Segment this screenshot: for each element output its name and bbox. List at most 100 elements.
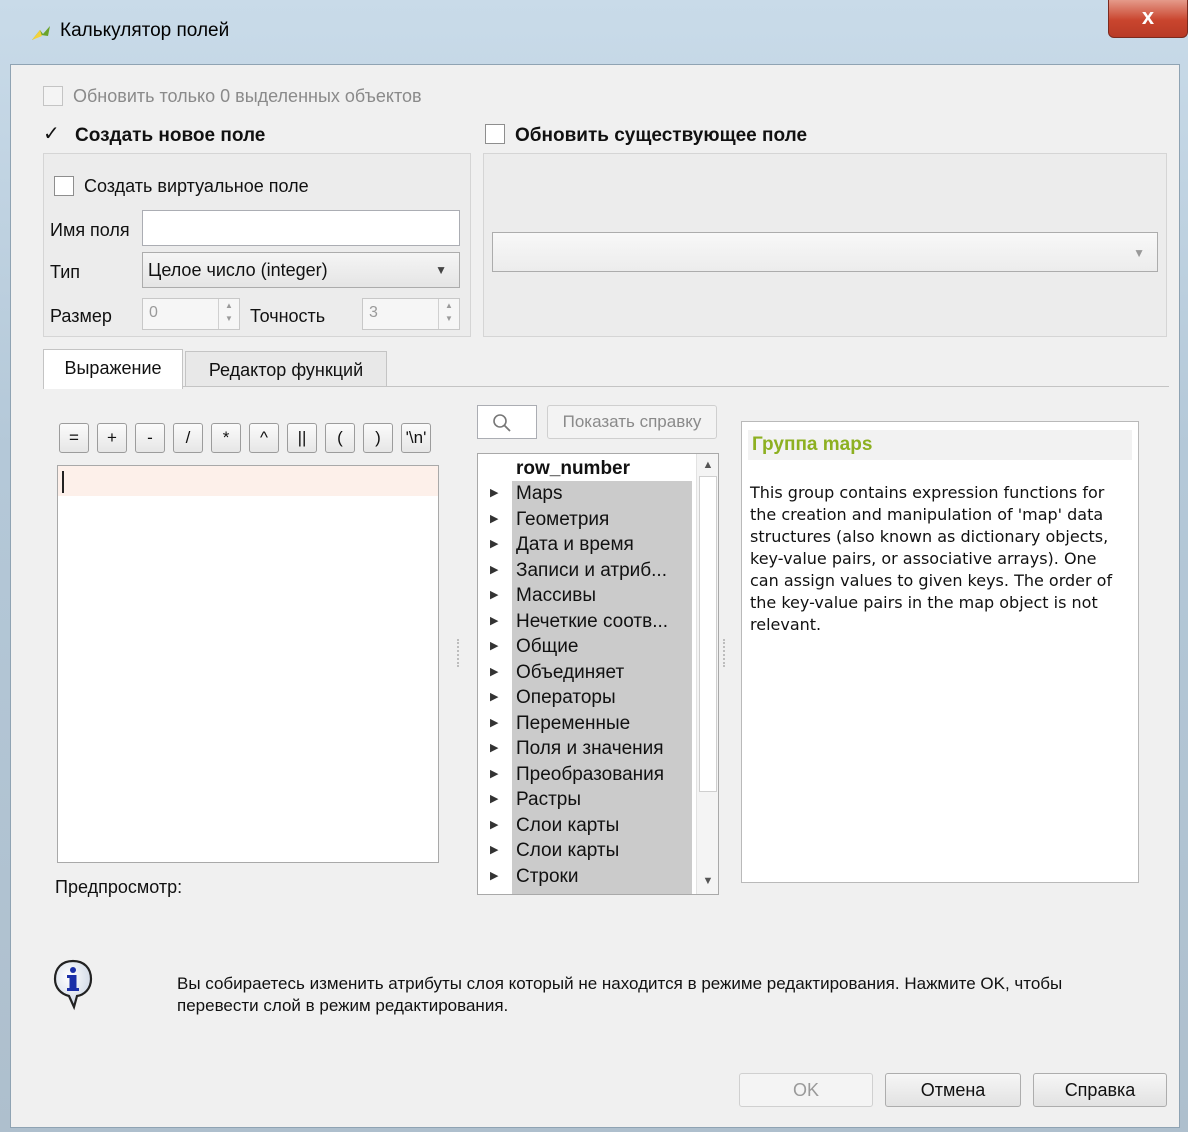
scroll-down-icon[interactable]: ▼ <box>699 872 717 890</box>
virtual-field-checkbox[interactable] <box>54 176 74 196</box>
tab-function-editor-label: Редактор функций <box>208 360 364 380</box>
tab-divider <box>183 386 1169 387</box>
tree-item-conversions[interactable]: Преобразования <box>516 762 664 787</box>
size-value: 0 <box>149 304 158 321</box>
tree-item-rasters[interactable]: Растры <box>516 787 581 812</box>
dialog-body: Обновить только 0 выделенных объектов ✓ … <box>10 64 1180 1128</box>
expand-arrow-icon[interactable]: ▶ <box>490 685 498 710</box>
show-help-button[interactable]: Показать справку <box>547 405 717 439</box>
close-icon: x <box>1141 4 1155 29</box>
operator-open-paren-button[interactable]: ( <box>325 423 355 453</box>
size-label: Размер <box>50 306 112 326</box>
operator-multiply-button[interactable]: * <box>211 423 241 453</box>
expand-arrow-icon[interactable]: ▶ <box>490 762 498 787</box>
splitter-handle[interactable] <box>723 639 727 667</box>
tree-item-operators[interactable]: Операторы <box>516 685 616 710</box>
create-new-field-label: Создать новое поле <box>75 125 266 146</box>
update-selected-checkbox[interactable] <box>43 86 63 106</box>
expand-arrow-icon[interactable]: ▶ <box>490 787 498 812</box>
expand-arrow-icon[interactable]: ▶ <box>490 609 498 634</box>
help-panel: Группа maps This group contains expressi… <box>741 421 1139 883</box>
tree-item-arrays[interactable]: Массивы <box>516 583 596 608</box>
ok-button[interactable]: OK <box>739 1073 873 1107</box>
create-new-field-checkbox[interactable]: ✓ <box>43 123 63 145</box>
tree-item-fields-values[interactable]: Поля и значения <box>516 736 664 761</box>
precision-spinbox[interactable]: 3 ▲ ▼ <box>362 298 460 330</box>
size-spinbox[interactable]: 0 ▲ ▼ <box>142 298 240 330</box>
function-search-input[interactable] <box>477 405 537 439</box>
dialog-window: Калькулятор полей x Обновить только 0 вы… <box>0 0 1188 1132</box>
tab-expression-label: Выражение <box>64 358 162 378</box>
function-tree[interactable]: row_number ▶ Maps ▶ Геометрия ▶ Дата и в… <box>477 453 719 895</box>
tree-scrollbar[interactable]: ▲ ▼ <box>696 454 718 894</box>
spin-arrows-icon[interactable]: ▲ ▼ <box>218 299 239 329</box>
title-bar: Калькулятор полей x <box>0 0 1188 64</box>
expand-arrow-icon[interactable]: ▶ <box>490 481 498 506</box>
info-icon <box>53 959 93 1011</box>
tree-item-general[interactable]: Общие <box>516 634 578 659</box>
splitter-handle[interactable] <box>457 639 461 667</box>
tree-item-aggregates[interactable]: Объединяет <box>516 660 624 685</box>
operator-equals-button[interactable]: = <box>59 423 89 453</box>
precision-label: Точность <box>250 306 326 326</box>
tab-function-editor[interactable]: Редактор функций <box>185 351 387 387</box>
field-type-value: Целое число (integer) <box>148 260 328 280</box>
help-button[interactable]: Справка <box>1033 1073 1167 1107</box>
expand-arrow-icon[interactable]: ▶ <box>490 558 498 583</box>
text-cursor <box>62 471 64 493</box>
expand-arrow-icon[interactable]: ▶ <box>490 813 498 838</box>
tree-item-maps[interactable]: Maps <box>516 481 562 506</box>
expand-arrow-icon[interactable]: ▶ <box>490 838 498 863</box>
cancel-button[interactable]: Отмена <box>885 1073 1021 1107</box>
chevron-down-icon: ▼ <box>1133 246 1145 260</box>
expand-arrow-icon[interactable]: ▶ <box>490 864 498 889</box>
operator-minus-button[interactable]: - <box>135 423 165 453</box>
scroll-up-icon[interactable]: ▲ <box>699 456 717 474</box>
tree-item-date-time[interactable]: Дата и время <box>516 532 634 557</box>
expand-arrow-icon[interactable]: ▶ <box>490 583 498 608</box>
scrollbar-thumb[interactable] <box>699 476 717 792</box>
field-type-label: Тип <box>50 262 81 282</box>
operator-divide-button[interactable]: / <box>173 423 203 453</box>
spin-arrows-icon[interactable]: ▲ ▼ <box>438 299 459 329</box>
expand-arrow-icon[interactable]: ▶ <box>490 532 498 557</box>
checkmark-icon: ✓ <box>43 123 60 145</box>
field-name-input[interactable] <box>142 210 460 246</box>
expand-arrow-icon[interactable]: ▶ <box>490 634 498 659</box>
field-type-select[interactable]: Целое число (integer) ▼ <box>142 252 460 288</box>
tree-item-geometry[interactable]: Геометрия <box>516 507 609 532</box>
tree-item-records-attributes[interactable]: Записи и атриб... <box>516 558 667 583</box>
current-line-highlight <box>58 466 438 496</box>
new-field-group: Создать виртуальное поле Имя поля Тип Це… <box>43 153 471 337</box>
tree-item-map-layers[interactable]: Слои карты <box>516 813 619 838</box>
chevron-down-icon: ▼ <box>435 263 447 277</box>
tab-expression[interactable]: Выражение <box>43 349 183 389</box>
existing-field-select[interactable]: ▼ <box>492 232 1158 272</box>
search-icon <box>493 414 511 432</box>
help-body: This group contains expression functions… <box>750 483 1113 634</box>
help-title: Группа maps <box>752 434 873 455</box>
operator-concat-button[interactable]: || <box>287 423 317 453</box>
expression-editor[interactable] <box>57 465 439 863</box>
close-button[interactable]: x <box>1108 0 1188 38</box>
tree-item-variables[interactable]: Переменные <box>516 711 630 736</box>
tree-item-row-number[interactable]: row_number <box>516 456 630 481</box>
operator-power-button[interactable]: ^ <box>249 423 279 453</box>
operator-plus-button[interactable]: + <box>97 423 127 453</box>
operator-newline-button[interactable]: '\n' <box>401 423 431 453</box>
expand-arrow-icon[interactable]: ▶ <box>490 736 498 761</box>
operator-close-paren-button[interactable]: ) <box>363 423 393 453</box>
tree-item-strings[interactable]: Строки <box>516 864 578 889</box>
expand-arrow-icon[interactable]: ▶ <box>490 507 498 532</box>
update-selected-label: Обновить только 0 выделенных объектов <box>73 86 422 106</box>
tree-item-fuzzy-matching[interactable]: Нечеткие соотв... <box>516 609 668 634</box>
info-message: Вы собираетесь изменить атрибуты слоя ко… <box>177 974 1063 1015</box>
expand-arrow-icon[interactable]: ▶ <box>490 660 498 685</box>
field-name-label: Имя поля <box>50 220 130 240</box>
update-existing-field-checkbox[interactable] <box>485 124 505 144</box>
tree-item-map-layers-2[interactable]: Слои карты <box>516 838 619 863</box>
expand-arrow-icon[interactable]: ▶ <box>490 711 498 736</box>
update-existing-field-label: Обновить существующее поле <box>515 125 808 146</box>
precision-value: 3 <box>369 304 378 321</box>
virtual-field-label: Создать виртуальное поле <box>84 176 309 196</box>
